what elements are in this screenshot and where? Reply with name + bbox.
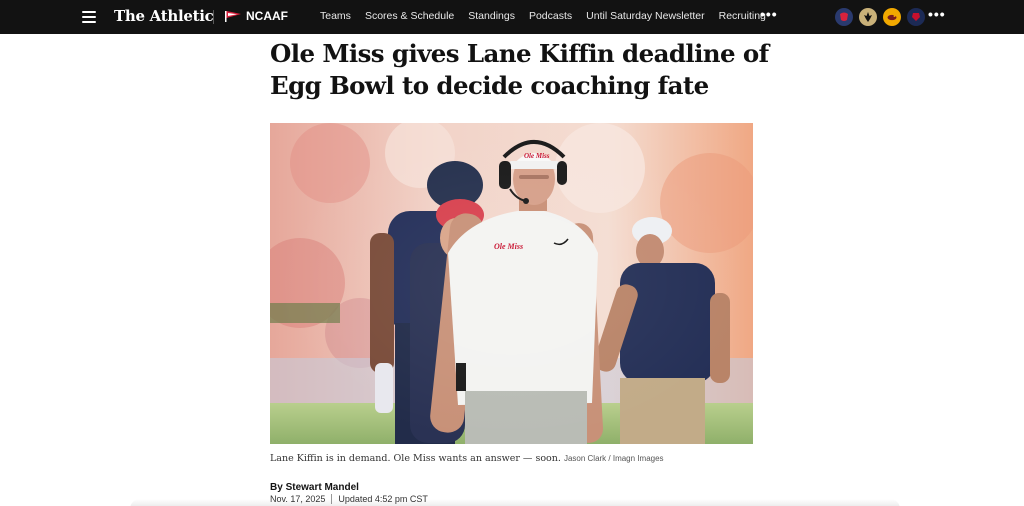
nav-standings[interactable]: Standings <box>468 10 515 22</box>
followed-teams <box>835 8 925 26</box>
author-link[interactable]: Stewart Mandel <box>286 482 359 493</box>
league-label: NCAAF <box>246 9 288 23</box>
image-caption-block: Lane Kiffin is in demand. Ole Miss wants… <box>270 453 664 464</box>
menu-icon[interactable] <box>82 11 96 23</box>
coach-photo: Ole Miss Ole Miss <box>270 123 753 444</box>
nav-podcasts[interactable]: Podcasts <box>529 10 572 22</box>
image-caption: Lane Kiffin is in demand. Ole Miss wants… <box>270 453 561 464</box>
brand-logo[interactable]: The Athletic <box>114 7 214 25</box>
section-nav: Teams Scores & Schedule Standings Podcas… <box>320 10 780 22</box>
nav-teams[interactable]: Teams <box>320 10 351 22</box>
nav-recruiting[interactable]: Recruiting <box>719 10 766 22</box>
brand-divider <box>213 10 214 24</box>
league-link[interactable]: NCAAF <box>225 9 288 23</box>
ncaaf-pennant-icon <box>225 10 241 22</box>
ole-miss-logo-icon[interactable] <box>835 8 853 26</box>
image-credit: Jason Clark / Imagn Images <box>563 454 664 463</box>
fleur-de-lis-icon[interactable] <box>859 8 877 26</box>
article-headline: Ole Miss gives Lane Kiffin deadline of E… <box>270 39 769 100</box>
ole-miss-alt-logo-icon[interactable] <box>907 8 925 26</box>
nav-scores-schedule[interactable]: Scores & Schedule <box>365 10 454 22</box>
nav-more-icon[interactable]: ••• <box>760 6 778 22</box>
byline-prefix: By <box>270 482 283 493</box>
byline: By Stewart Mandel <box>270 482 359 493</box>
nav-until-saturday-newsletter[interactable]: Until Saturday Newsletter <box>586 10 704 22</box>
team-logo-icon[interactable] <box>883 8 901 26</box>
teams-more-icon[interactable]: ••• <box>928 6 946 22</box>
share-bar-shadow <box>130 499 900 506</box>
top-navigation-bar: The Athletic NCAAF Teams Scores & Schedu… <box>0 0 1024 34</box>
article-hero-image: Ole Miss Ole Miss <box>270 123 753 444</box>
